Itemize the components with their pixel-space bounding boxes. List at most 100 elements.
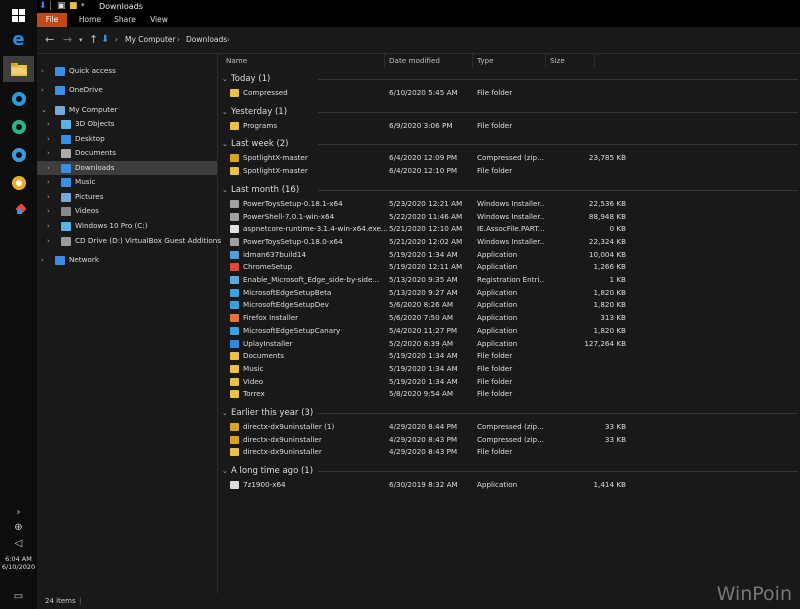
- nav-item[interactable]: › Pictures: [37, 190, 217, 204]
- group-collapse-chevron-icon[interactable]: ⌄: [222, 406, 228, 420]
- nav-expand-chevron-icon[interactable]: ›: [47, 161, 50, 175]
- breadcrumb-downloads[interactable]: Downloads: [186, 32, 227, 48]
- nav-item[interactable]: › OneDrive: [37, 83, 217, 97]
- file-row[interactable]: ChromeSetup 5/19/2020 12:11 AM Application…: [218, 261, 798, 273]
- edge-dev-icon[interactable]: [6, 114, 31, 139]
- file-explorer-icon[interactable]: [3, 56, 34, 82]
- nav-expand-chevron-icon[interactable]: ›: [41, 64, 44, 78]
- breadcrumb[interactable]: ⬇ › My Computer › Downloads ›: [97, 32, 797, 48]
- file-date: 6/30/2019 8:32 AM: [389, 480, 458, 490]
- group-header[interactable]: ⌄ A long time ago (1): [218, 464, 798, 478]
- file-row[interactable]: Compressed 6/10/2020 5:45 AM File folder: [218, 87, 798, 99]
- file-name: Programs: [243, 120, 278, 130]
- edge-canary-icon[interactable]: [6, 142, 31, 167]
- nav-item[interactable]: › Quick access: [37, 64, 217, 78]
- nav-expand-chevron-icon[interactable]: ›: [47, 219, 50, 233]
- edge-beta-icon[interactable]: [6, 86, 31, 111]
- nav-item[interactable]: › Desktop: [37, 132, 217, 146]
- quick-access-download-icon[interactable]: ⬇: [39, 1, 47, 11]
- group-header[interactable]: ⌄ Earlier this year (3): [218, 406, 798, 420]
- nav-expand-chevron-icon[interactable]: ⌄: [41, 103, 47, 117]
- file-row[interactable]: aspnetcore-runtime-3.1.4-win-x64.exe... 5…: [218, 223, 798, 235]
- nav-expand-chevron-icon[interactable]: ›: [47, 234, 50, 248]
- nav-expand-chevron-icon[interactable]: ›: [47, 117, 50, 131]
- edge-legacy-icon[interactable]: e: [6, 27, 31, 52]
- tab-home[interactable]: Home: [75, 13, 105, 27]
- file-row[interactable]: Music 5/19/2020 1:34 AM File folder: [218, 363, 798, 375]
- group-header[interactable]: ⌄ Today (1): [218, 72, 798, 86]
- nav-expand-chevron-icon[interactable]: ›: [47, 146, 50, 160]
- file-row[interactable]: Documents 5/19/2020 1:34 AM File folder: [218, 350, 798, 362]
- volume-icon[interactable]: ◁: [6, 531, 31, 556]
- file-row[interactable]: directx-dx9uninstaller (1) 4/29/2020 8:44…: [218, 421, 798, 433]
- clock[interactable]: 6:04 AM 6/10/2020: [0, 555, 37, 571]
- file-row[interactable]: MicrosoftEdgeSetupDev 5/6/2020 8:26 AM App…: [218, 299, 798, 311]
- app-tile-icon[interactable]: [6, 198, 31, 223]
- breadcrumb-chevron-icon[interactable]: ›: [177, 32, 180, 48]
- breadcrumb-chevron-icon[interactable]: ›: [227, 32, 230, 48]
- nav-expand-chevron-icon[interactable]: ›: [41, 83, 44, 97]
- file-row[interactable]: SpotlightX-master 6/4/2020 12:10 PM File f…: [218, 165, 798, 177]
- group-collapse-chevron-icon[interactable]: ⌄: [222, 105, 228, 119]
- group-collapse-chevron-icon[interactable]: ⌄: [222, 72, 228, 86]
- notification-icon[interactable]: ▭: [6, 584, 31, 609]
- column-header-name[interactable]: Name: [222, 54, 385, 68]
- breadcrumb-chevron-icon[interactable]: ›: [115, 32, 118, 48]
- file-row[interactable]: UplayInstaller 5/2/2020 8:39 AM Applicatio…: [218, 338, 798, 350]
- column-header-size[interactable]: Size: [546, 54, 595, 68]
- file-row[interactable]: directx-dx9uninstaller 4/29/2020 8:43 PM F…: [218, 446, 798, 458]
- file-row[interactable]: Torrex 5/8/2020 9:54 AM File folder: [218, 388, 798, 400]
- customize-toolbar-icon[interactable]: ▾: [81, 1, 85, 9]
- tab-share[interactable]: Share: [111, 13, 139, 27]
- file-date: 6/9/2020 3:06 PM: [389, 120, 453, 130]
- tab-view[interactable]: View: [145, 13, 173, 27]
- nav-item[interactable]: › Documents: [37, 146, 217, 160]
- group-collapse-chevron-icon[interactable]: ⌄: [222, 137, 228, 151]
- column-header-date[interactable]: Date modified: [385, 54, 473, 68]
- group-collapse-chevron-icon[interactable]: ⌄: [222, 183, 228, 197]
- file-row[interactable]: 7z1900-x64 6/30/2019 8:32 AM Application 1,…: [218, 479, 798, 491]
- file-row[interactable]: idman637build14 5/19/2020 1:34 AM Applicat…: [218, 249, 798, 261]
- group-header[interactable]: ⌄ Last week (2): [218, 137, 798, 151]
- back-arrow-icon[interactable]: ←: [45, 33, 54, 46]
- file-row[interactable]: PowerShell-7.0.1-win-x64 5/22/2020 11:46 …: [218, 211, 798, 223]
- file-row[interactable]: MicrosoftEdgeSetupCanary 5/4/2020 11:27 P…: [218, 325, 798, 337]
- start-windows-icon[interactable]: [6, 3, 31, 28]
- file-row[interactable]: PowerToysSetup-0.18.1-x64 5/23/2020 12:21…: [218, 198, 798, 210]
- nav-expand-chevron-icon[interactable]: ›: [47, 175, 50, 189]
- installer-icon: [230, 212, 239, 221]
- nav-item[interactable]: › CD Drive (D:) VirtualBox Guest Addition…: [37, 234, 221, 248]
- new-folder-icon[interactable]: ■: [69, 1, 78, 11]
- nav-item[interactable]: › Downloads: [37, 161, 217, 175]
- forward-arrow-icon[interactable]: →: [63, 33, 72, 46]
- file-type: File folder: [477, 363, 513, 373]
- properties-icon[interactable]: ▣: [57, 1, 66, 11]
- breadcrumb-my-computer[interactable]: My Computer: [125, 32, 176, 48]
- file-row[interactable]: Firefox Installer 5/6/2020 7:50 AM Applica…: [218, 312, 798, 324]
- nav-expand-chevron-icon[interactable]: ›: [47, 132, 50, 146]
- nav-item[interactable]: › Videos: [37, 204, 217, 218]
- nav-item[interactable]: › 3D Objects: [37, 117, 217, 131]
- file-row[interactable]: Video 5/19/2020 1:34 AM File folder: [218, 376, 798, 388]
- recent-locations-chevron-icon[interactable]: ▾: [79, 36, 83, 44]
- nav-item[interactable]: › Music: [37, 175, 217, 189]
- group-header[interactable]: ⌄ Last month (16): [218, 183, 798, 197]
- file-row[interactable]: Enable_Microsoft_Edge_side-by-side... 5/1…: [218, 274, 798, 286]
- group-collapse-chevron-icon[interactable]: ⌄: [222, 464, 228, 478]
- group-header[interactable]: ⌄ Yesterday (1): [218, 105, 798, 119]
- nav-expand-chevron-icon[interactable]: ›: [47, 190, 50, 204]
- nav-expand-chevron-icon[interactable]: ›: [47, 204, 50, 218]
- file-row[interactable]: Programs 6/9/2020 3:06 PM File folder: [218, 120, 798, 132]
- file-row[interactable]: PowerToysSetup-0.18.0-x64 5/21/2020 12:02…: [218, 236, 798, 248]
- file-row[interactable]: SpotlightX-master 6/4/2020 12:09 PM Compre…: [218, 152, 798, 164]
- nav-item[interactable]: › Network: [37, 253, 217, 267]
- nav-expand-chevron-icon[interactable]: ›: [41, 253, 44, 267]
- chrome-canary-icon[interactable]: [6, 170, 31, 195]
- column-header-type[interactable]: Type: [473, 54, 546, 68]
- nav-item[interactable]: › Windows 10 Pro (C:): [37, 219, 217, 233]
- nav-item[interactable]: ⌄ My Computer: [37, 103, 217, 117]
- file-row[interactable]: directx-dx9uninstaller 4/29/2020 8:43 PM C…: [218, 434, 798, 446]
- tab-file[interactable]: File: [37, 13, 67, 27]
- file-type: Compressed (zip...: [477, 434, 544, 444]
- file-row[interactable]: MicrosoftEdgeSetupBeta 5/13/2020 9:27 AM A…: [218, 287, 798, 299]
